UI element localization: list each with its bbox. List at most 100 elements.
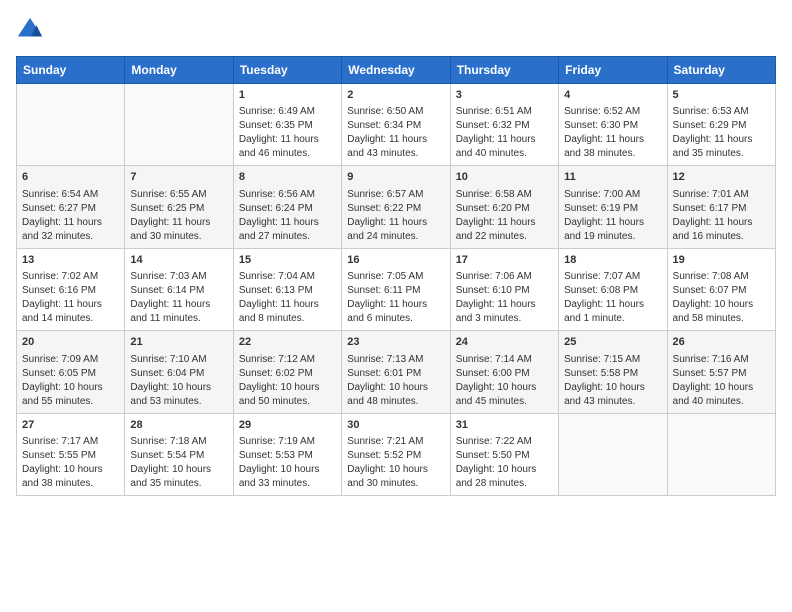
sunset-text: Sunset: 6:35 PM xyxy=(239,119,336,133)
calendar-cell: 18Sunrise: 7:07 AMSunset: 6:08 PMDayligh… xyxy=(559,248,667,330)
sunrise-text: Sunrise: 6:56 AM xyxy=(239,188,336,202)
sunset-text: Sunset: 5:57 PM xyxy=(673,367,770,381)
day-header-wednesday: Wednesday xyxy=(342,57,450,84)
calendar-week-2: 6Sunrise: 6:54 AMSunset: 6:27 PMDaylight… xyxy=(17,166,776,248)
day-number: 11 xyxy=(564,170,661,185)
calendar-cell: 6Sunrise: 6:54 AMSunset: 6:27 PMDaylight… xyxy=(17,166,125,248)
calendar-cell: 9Sunrise: 6:57 AMSunset: 6:22 PMDaylight… xyxy=(342,166,450,248)
daylight-text: Daylight: 10 hours and 43 minutes. xyxy=(564,381,661,409)
sunset-text: Sunset: 6:04 PM xyxy=(130,367,227,381)
sunset-text: Sunset: 6:01 PM xyxy=(347,367,444,381)
sunrise-text: Sunrise: 7:08 AM xyxy=(673,270,770,284)
calendar-week-4: 20Sunrise: 7:09 AMSunset: 6:05 PMDayligh… xyxy=(17,331,776,413)
sunset-text: Sunset: 6:32 PM xyxy=(456,119,553,133)
daylight-text: Daylight: 11 hours and 3 minutes. xyxy=(456,298,553,326)
calendar-week-1: 1Sunrise: 6:49 AMSunset: 6:35 PMDaylight… xyxy=(17,84,776,166)
daylight-text: Daylight: 11 hours and 32 minutes. xyxy=(22,216,119,244)
sunset-text: Sunset: 6:30 PM xyxy=(564,119,661,133)
daylight-text: Daylight: 10 hours and 48 minutes. xyxy=(347,381,444,409)
calendar-cell: 12Sunrise: 7:01 AMSunset: 6:17 PMDayligh… xyxy=(667,166,775,248)
calendar-cell: 4Sunrise: 6:52 AMSunset: 6:30 PMDaylight… xyxy=(559,84,667,166)
calendar-cell: 23Sunrise: 7:13 AMSunset: 6:01 PMDayligh… xyxy=(342,331,450,413)
day-number: 21 xyxy=(130,335,227,350)
daylight-text: Daylight: 11 hours and 6 minutes. xyxy=(347,298,444,326)
daylight-text: Daylight: 10 hours and 55 minutes. xyxy=(22,381,119,409)
day-number: 4 xyxy=(564,88,661,103)
calendar-table: SundayMondayTuesdayWednesdayThursdayFrid… xyxy=(16,56,776,496)
sunrise-text: Sunrise: 7:22 AM xyxy=(456,435,553,449)
day-number: 1 xyxy=(239,88,336,103)
daylight-text: Daylight: 11 hours and 24 minutes. xyxy=(347,216,444,244)
sunset-text: Sunset: 6:08 PM xyxy=(564,284,661,298)
daylight-text: Daylight: 11 hours and 16 minutes. xyxy=(673,216,770,244)
day-header-monday: Monday xyxy=(125,57,233,84)
day-number: 22 xyxy=(239,335,336,350)
day-number: 17 xyxy=(456,253,553,268)
sunset-text: Sunset: 6:05 PM xyxy=(22,367,119,381)
calendar-cell: 27Sunrise: 7:17 AMSunset: 5:55 PMDayligh… xyxy=(17,413,125,495)
sunset-text: Sunset: 5:52 PM xyxy=(347,449,444,463)
day-number: 8 xyxy=(239,170,336,185)
day-number: 12 xyxy=(673,170,770,185)
daylight-text: Daylight: 11 hours and 22 minutes. xyxy=(456,216,553,244)
calendar-cell: 2Sunrise: 6:50 AMSunset: 6:34 PMDaylight… xyxy=(342,84,450,166)
day-number: 6 xyxy=(22,170,119,185)
calendar-cell xyxy=(559,413,667,495)
day-number: 25 xyxy=(564,335,661,350)
sunset-text: Sunset: 5:50 PM xyxy=(456,449,553,463)
day-number: 7 xyxy=(130,170,227,185)
day-number: 9 xyxy=(347,170,444,185)
sunrise-text: Sunrise: 7:10 AM xyxy=(130,353,227,367)
calendar-cell xyxy=(125,84,233,166)
sunrise-text: Sunrise: 6:57 AM xyxy=(347,188,444,202)
sunset-text: Sunset: 6:17 PM xyxy=(673,202,770,216)
day-number: 14 xyxy=(130,253,227,268)
sunrise-text: Sunrise: 7:00 AM xyxy=(564,188,661,202)
calendar-week-5: 27Sunrise: 7:17 AMSunset: 5:55 PMDayligh… xyxy=(17,413,776,495)
calendar-cell: 22Sunrise: 7:12 AMSunset: 6:02 PMDayligh… xyxy=(233,331,341,413)
sunrise-text: Sunrise: 6:49 AM xyxy=(239,105,336,119)
day-number: 24 xyxy=(456,335,553,350)
sunrise-text: Sunrise: 7:21 AM xyxy=(347,435,444,449)
sunrise-text: Sunrise: 6:54 AM xyxy=(22,188,119,202)
calendar-cell: 24Sunrise: 7:14 AMSunset: 6:00 PMDayligh… xyxy=(450,331,558,413)
day-number: 3 xyxy=(456,88,553,103)
calendar-cell: 14Sunrise: 7:03 AMSunset: 6:14 PMDayligh… xyxy=(125,248,233,330)
daylight-text: Daylight: 10 hours and 40 minutes. xyxy=(673,381,770,409)
calendar-cell xyxy=(17,84,125,166)
day-number: 28 xyxy=(130,418,227,433)
sunset-text: Sunset: 6:11 PM xyxy=(347,284,444,298)
daylight-text: Daylight: 11 hours and 19 minutes. xyxy=(564,216,661,244)
calendar-cell: 15Sunrise: 7:04 AMSunset: 6:13 PMDayligh… xyxy=(233,248,341,330)
sunrise-text: Sunrise: 7:05 AM xyxy=(347,270,444,284)
calendar-cell: 26Sunrise: 7:16 AMSunset: 5:57 PMDayligh… xyxy=(667,331,775,413)
day-number: 19 xyxy=(673,253,770,268)
sunset-text: Sunset: 6:24 PM xyxy=(239,202,336,216)
daylight-text: Daylight: 10 hours and 58 minutes. xyxy=(673,298,770,326)
calendar-cell: 16Sunrise: 7:05 AMSunset: 6:11 PMDayligh… xyxy=(342,248,450,330)
logo-icon xyxy=(16,16,44,44)
daylight-text: Daylight: 10 hours and 38 minutes. xyxy=(22,463,119,491)
calendar-cell: 25Sunrise: 7:15 AMSunset: 5:58 PMDayligh… xyxy=(559,331,667,413)
daylight-text: Daylight: 10 hours and 33 minutes. xyxy=(239,463,336,491)
day-header-friday: Friday xyxy=(559,57,667,84)
calendar-header-row: SundayMondayTuesdayWednesdayThursdayFrid… xyxy=(17,57,776,84)
sunrise-text: Sunrise: 7:17 AM xyxy=(22,435,119,449)
day-header-tuesday: Tuesday xyxy=(233,57,341,84)
day-number: 20 xyxy=(22,335,119,350)
daylight-text: Daylight: 11 hours and 11 minutes. xyxy=(130,298,227,326)
sunset-text: Sunset: 6:00 PM xyxy=(456,367,553,381)
day-number: 5 xyxy=(673,88,770,103)
daylight-text: Daylight: 10 hours and 53 minutes. xyxy=(130,381,227,409)
day-number: 2 xyxy=(347,88,444,103)
sunrise-text: Sunrise: 6:51 AM xyxy=(456,105,553,119)
sunset-text: Sunset: 6:29 PM xyxy=(673,119,770,133)
sunset-text: Sunset: 5:58 PM xyxy=(564,367,661,381)
sunrise-text: Sunrise: 6:55 AM xyxy=(130,188,227,202)
sunset-text: Sunset: 6:25 PM xyxy=(130,202,227,216)
sunrise-text: Sunrise: 7:12 AM xyxy=(239,353,336,367)
calendar-cell xyxy=(667,413,775,495)
sunset-text: Sunset: 6:07 PM xyxy=(673,284,770,298)
sunrise-text: Sunrise: 7:16 AM xyxy=(673,353,770,367)
calendar-cell: 29Sunrise: 7:19 AMSunset: 5:53 PMDayligh… xyxy=(233,413,341,495)
